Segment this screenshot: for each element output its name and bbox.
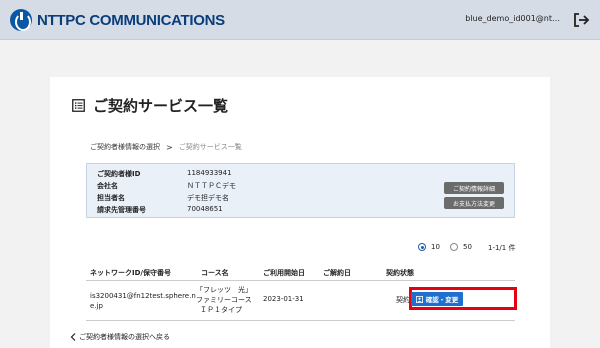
col-cancel-date: ご解約日 xyxy=(323,269,351,277)
page-title-text: ご契約サービス一覧 xyxy=(93,97,229,115)
network-id-line1: is3200431@fn12test.sphere.n xyxy=(90,292,196,300)
payment-method-button[interactable]: お支払方法変更 xyxy=(444,197,504,209)
start-date: 2023-01-31 xyxy=(263,295,304,303)
page-title: ご契約サービス一覧 xyxy=(72,95,228,116)
network-id-line2: e.jp xyxy=(90,302,103,310)
logo-text: NTTPC COMMUNICATIONS xyxy=(37,11,225,29)
course-line3: ＩＰ１タイプ xyxy=(200,306,242,314)
confirm-change-button[interactable]: 確認・変更 xyxy=(411,292,463,306)
col-network-id: ネットワークID/保守番号 xyxy=(90,269,171,277)
info-row-person: 担当者名 デモ担デモ名 xyxy=(97,194,229,202)
info-row-billing-number: 請求先管理番号 70048651 xyxy=(97,205,223,214)
table-header: ネットワークID/保守番号 コース名 ご利用開始日 ご解約日 契約状態 xyxy=(86,263,515,281)
page-size-50[interactable]: 50 xyxy=(450,243,472,251)
top-bar: NTTPC COMMUNICATIONS blue_demo_id001@nt… xyxy=(0,0,600,40)
chevron-left-icon xyxy=(70,333,76,341)
back-link[interactable]: ご契約者様情報の選択へ戻る xyxy=(70,332,170,342)
course-line1: 「フレッツ 光」 xyxy=(196,286,252,294)
user-name[interactable]: blue_demo_id001@nt… xyxy=(465,14,560,23)
col-start-date: ご利用開始日 xyxy=(263,269,305,277)
info-row-contractor-id: ご契約者様ID 1184933941 xyxy=(97,169,232,178)
page-size-10[interactable]: 10 xyxy=(418,243,440,251)
col-status: 契約状態 xyxy=(386,269,414,277)
logout-icon[interactable] xyxy=(572,11,590,29)
course-line2: ファミリーコース xyxy=(196,296,252,304)
person-card-icon xyxy=(415,295,423,303)
col-course: コース名 xyxy=(201,269,229,277)
company-logo[interactable]: NTTPC COMMUNICATIONS xyxy=(10,9,225,31)
list-icon xyxy=(72,99,85,112)
contract-detail-button[interactable]: ご契約情報詳細 xyxy=(444,182,504,194)
breadcrumb-separator: > xyxy=(166,142,173,152)
result-count: 1-1/1 件 xyxy=(488,244,516,252)
breadcrumb: ご契約者様情報の選択 > ご契約サービス一覧 xyxy=(90,142,242,152)
breadcrumb-item-services: ご契約サービス一覧 xyxy=(178,143,242,151)
info-row-company: 会社名 ＮＴＴＰＣデモ xyxy=(97,182,236,190)
logo-mark-icon xyxy=(10,9,32,31)
radio-10[interactable] xyxy=(418,243,426,251)
contract-info-box: ご契約者様ID 1184933941 会社名 ＮＴＴＰＣデモ 担当者名 デモ担デ… xyxy=(86,163,515,218)
breadcrumb-item-contractor[interactable]: ご契約者様情報の選択 xyxy=(90,142,160,152)
radio-50[interactable] xyxy=(450,243,458,251)
